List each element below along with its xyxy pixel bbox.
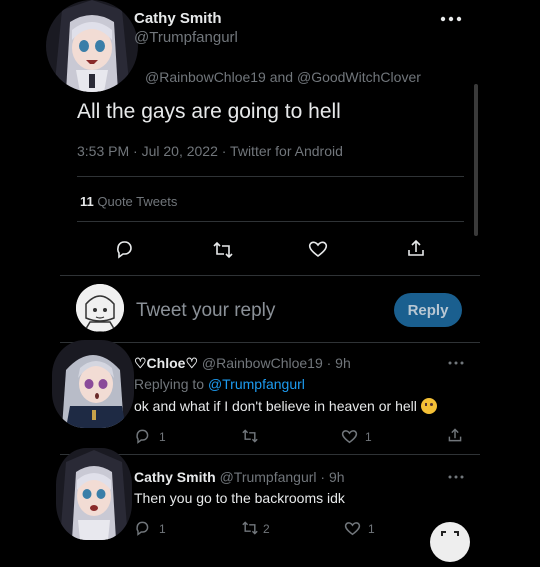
author-name[interactable]: Cathy Smith (134, 469, 216, 485)
retweet-count: 2 (263, 522, 270, 536)
reply-text: ok and what if I don't believe in heaven… (134, 398, 417, 414)
more-options-icon[interactable] (448, 360, 464, 366)
reply-text: Then you go to the backrooms idk (134, 490, 345, 506)
quote-count: 11 (80, 194, 94, 209)
author-handle[interactable]: @RainbowChloe19 (202, 355, 323, 371)
reply-icon[interactable] (134, 520, 150, 536)
divider (60, 275, 480, 276)
tweet-text: All the gays are going to hell (77, 100, 341, 123)
replying-to-line: Replying to @Trumpfangurl (134, 376, 305, 392)
more-options-icon[interactable] (440, 12, 462, 26)
like-icon[interactable] (344, 521, 361, 536)
retweet-icon[interactable] (212, 240, 234, 260)
more-options-icon[interactable] (448, 474, 464, 480)
divider (77, 221, 464, 222)
replying-to-line[interactable]: @RainbowChloe19 and @GoodWitchClover (145, 69, 421, 85)
avatar[interactable] (52, 340, 134, 428)
share-icon[interactable] (447, 427, 463, 443)
reply-text-line: ok and what if I don't believe in heaven… (134, 398, 437, 414)
replying-label: Replying to (134, 376, 205, 392)
image-icon (441, 531, 459, 536)
reply-header: ♡Chloe♡ @RainbowChloe19 · 9h (134, 355, 351, 372)
reply-icon[interactable] (114, 239, 134, 259)
avatar[interactable] (56, 448, 132, 540)
like-icon[interactable] (341, 429, 358, 444)
retweet-icon[interactable] (241, 520, 259, 536)
replying-handle-link[interactable]: @Trumpfangurl (208, 376, 305, 392)
raised-eyebrow-emoji-icon (420, 398, 437, 414)
scrollbar[interactable] (474, 84, 478, 236)
avatar[interactable] (46, 0, 138, 92)
reply-button[interactable]: Reply (394, 293, 462, 327)
timestamp[interactable]: · 9h (327, 355, 351, 371)
reply-icon[interactable] (134, 428, 150, 444)
author-handle[interactable]: @Trumpfangurl (134, 29, 238, 46)
author-handle[interactable]: @Trumpfangurl (220, 469, 317, 485)
floating-action-button[interactable] (430, 522, 470, 562)
divider (60, 342, 480, 343)
author-name[interactable]: ♡Chloe♡ (134, 355, 198, 371)
reply-count: 1 (159, 522, 166, 536)
quote-label: Quote Tweets (97, 194, 178, 209)
reply-header: Cathy Smith @Trumpfangurl · 9h (134, 469, 345, 485)
retweet-icon[interactable] (241, 428, 259, 444)
author-name[interactable]: Cathy Smith (134, 10, 222, 27)
like-count: 1 (368, 522, 375, 536)
divider (77, 176, 464, 177)
share-icon[interactable] (406, 238, 426, 258)
reply-count: 1 (159, 430, 166, 444)
avatar[interactable] (76, 284, 124, 332)
like-icon[interactable] (308, 240, 328, 258)
quote-tweets-stat[interactable]: 11 Quote Tweets (80, 194, 177, 209)
timestamp[interactable]: · 9h (320, 469, 344, 485)
tweet-meta: 3:53 PM · Jul 20, 2022 · Twitter for And… (77, 143, 343, 159)
like-count: 1 (365, 430, 372, 444)
divider (60, 454, 480, 455)
reply-input[interactable]: Tweet your reply (136, 300, 275, 322)
